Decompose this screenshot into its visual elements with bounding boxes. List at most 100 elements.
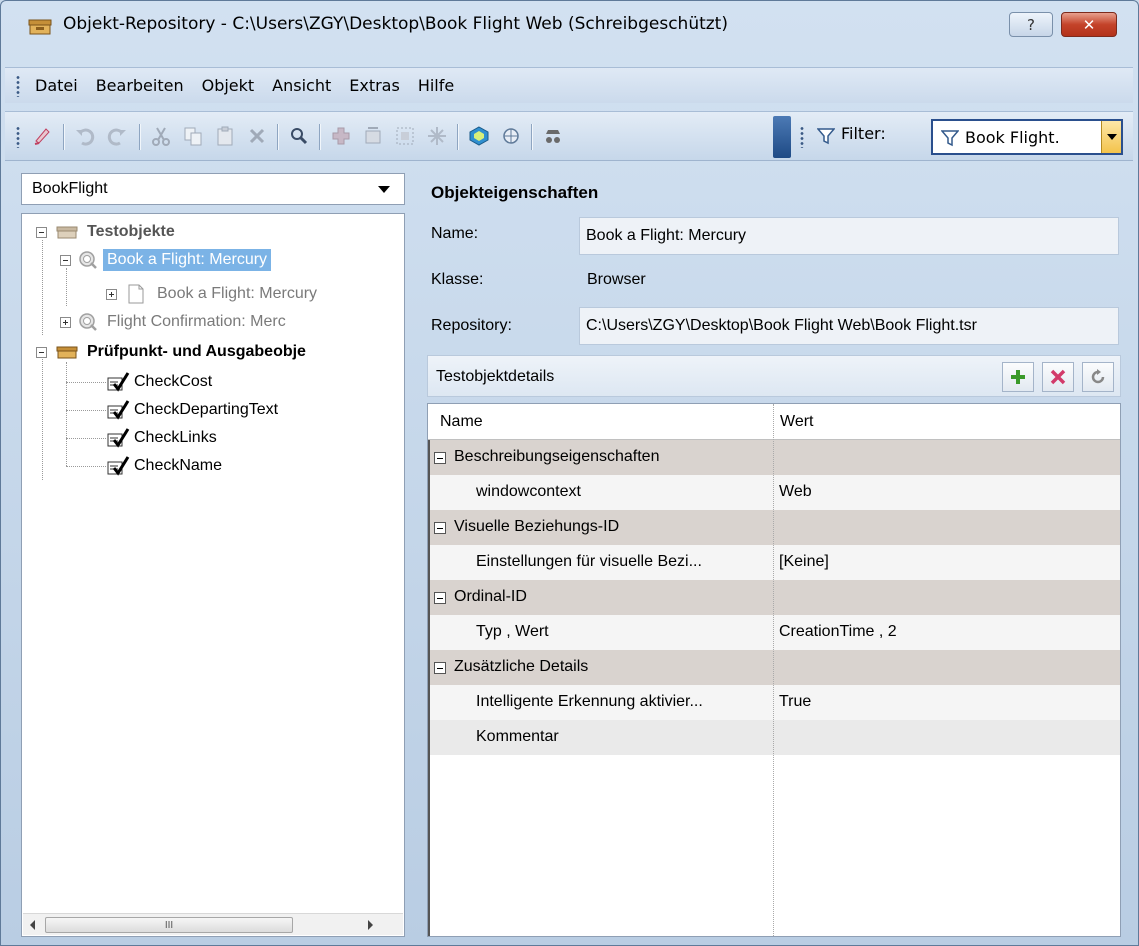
remove-property-button[interactable]	[1042, 362, 1074, 392]
tree-node-testobjekte[interactable]: Testobjekte	[36, 218, 175, 246]
column-header-name[interactable]: Name	[440, 413, 483, 431]
property-value[interactable]: Web	[779, 483, 812, 501]
object-tree[interactable]: Testobjekte Book a Flight: Mercury Book …	[21, 213, 405, 937]
filter-grip-icon[interactable]	[797, 126, 807, 148]
grid-category-row[interactable]: Ordinal-ID	[428, 580, 1120, 615]
cut-icon[interactable]	[147, 122, 175, 150]
highlight-icon[interactable]	[29, 122, 57, 150]
category-label: Ordinal-ID	[454, 588, 527, 605]
add-objects-icon[interactable]	[327, 122, 355, 150]
find-icon[interactable]	[285, 122, 313, 150]
tree-node-checkpoints[interactable]: Prüfpunkt- und Ausgabeobje	[36, 338, 306, 366]
property-name: Typ , Wert	[476, 623, 549, 640]
collapse-icon[interactable]	[434, 452, 446, 464]
tree-node-book-flight-browser[interactable]: Book a Flight: Mercury	[60, 246, 272, 274]
tree-node-checkcost[interactable]: CheckCost	[104, 368, 212, 396]
help-button[interactable]: ?	[1009, 12, 1053, 37]
test-object-details-grid[interactable]: Name Wert Beschreibungseigenschaften win…	[427, 403, 1121, 937]
grid-category-row[interactable]: Zusätzliche Details	[428, 650, 1120, 685]
toolbar: Filter: Book Flight.	[5, 111, 1133, 161]
repository-path-field[interactable]: C:\Users\ZGY\Desktop\Book Flight Web\Boo…	[579, 307, 1119, 345]
merge-icon[interactable]	[391, 122, 419, 150]
update-from-app-icon[interactable]	[359, 122, 387, 150]
tree-label-book-flight-page: Book a Flight: Mercury	[157, 285, 318, 302]
chevron-down-icon[interactable]	[378, 186, 390, 193]
filter-dropdown-arrow[interactable]	[1101, 121, 1121, 153]
repository-combo[interactable]: BookFlight	[21, 173, 405, 205]
filter-icon	[817, 128, 835, 145]
paste-icon[interactable]	[211, 122, 239, 150]
tree-guide-line	[66, 382, 106, 383]
grid-property-row[interactable]: Kommentar	[428, 720, 1120, 755]
repository-folder-icon	[56, 226, 78, 239]
star-icon[interactable]	[423, 122, 451, 150]
object-spy-icon[interactable]	[465, 122, 493, 150]
add-property-button[interactable]	[1002, 362, 1034, 392]
collapse-icon[interactable]	[434, 522, 446, 534]
menu-bearbeiten[interactable]: Bearbeiten	[96, 76, 184, 95]
grid-category-row[interactable]: Beschreibungseigenschaften	[428, 440, 1120, 475]
title-bar[interactable]: Objekt-Repository - C:\Users\ZGY\Desktop…	[1, 1, 1138, 51]
scroll-thumb[interactable]: III	[45, 917, 293, 933]
grid-column-separator[interactable]	[773, 404, 774, 936]
tree-node-checkdepartingtext[interactable]: CheckDepartingText	[104, 396, 278, 424]
class-value: Browser	[587, 271, 646, 288]
spy-icon[interactable]	[539, 122, 567, 150]
property-value[interactable]: [Keine]	[779, 553, 829, 571]
tree-node-flight-confirmation[interactable]: Flight Confirmation: Merc	[60, 308, 286, 336]
menu-objekt[interactable]: Objekt	[202, 76, 255, 95]
collapse-icon[interactable]	[60, 254, 71, 266]
grid-header: Name Wert	[428, 404, 1120, 440]
tree-guide-line	[42, 352, 43, 480]
toolbar-separator	[139, 124, 141, 150]
property-name: windowcontext	[476, 483, 581, 500]
redo-icon[interactable]	[103, 122, 131, 150]
scroll-right-arrow-icon[interactable]	[368, 920, 373, 930]
scroll-left-arrow-icon[interactable]	[30, 920, 35, 930]
copy-icon[interactable]	[179, 122, 207, 150]
grid-property-row[interactable]: Typ , Wert CreationTime , 2	[428, 615, 1120, 650]
grid-property-row[interactable]: Einstellungen für visuelle Bezi... [Kein…	[428, 545, 1120, 580]
tree-label-checkcost: CheckCost	[134, 373, 213, 390]
collapse-icon[interactable]	[36, 346, 47, 358]
delete-icon[interactable]	[243, 122, 271, 150]
tree-node-checkname[interactable]: CheckName	[104, 452, 222, 480]
menu-ansicht[interactable]: Ansicht	[272, 76, 331, 95]
menu-grip-icon[interactable]	[13, 74, 23, 97]
menu-datei[interactable]: Datei	[35, 76, 78, 95]
collapse-icon[interactable]	[434, 592, 446, 604]
filter-dropdown[interactable]: Book Flight.	[931, 119, 1123, 155]
tree-label-book-flight-browser: Book a Flight: Mercury	[103, 249, 272, 271]
object-repository-window: Objekt-Repository - C:\Users\ZGY\Desktop…	[0, 0, 1139, 946]
page-icon	[128, 284, 144, 304]
tree-node-checklinks[interactable]: CheckLinks	[104, 424, 217, 452]
collapse-icon[interactable]	[434, 662, 446, 674]
collapse-icon[interactable]	[36, 226, 47, 238]
expand-icon[interactable]	[106, 288, 117, 300]
tree-guide-line	[66, 466, 106, 467]
grid-property-row[interactable]: windowcontext Web	[428, 475, 1120, 510]
tree-node-book-flight-page[interactable]: Book a Flight: Mercury	[106, 280, 317, 308]
tree-horizontal-scrollbar[interactable]: III	[23, 913, 403, 935]
name-field[interactable]: Book a Flight: Mercury	[579, 217, 1119, 255]
menu-extras[interactable]: Extras	[349, 76, 400, 95]
column-header-value[interactable]: Wert	[780, 413, 813, 431]
details-title: Testobjektdetails	[436, 368, 555, 385]
checkpoint-icon	[107, 456, 130, 476]
delete-icon	[1050, 369, 1066, 385]
expand-icon[interactable]	[60, 316, 71, 328]
filter-label: Filter:	[841, 124, 886, 143]
property-value[interactable]: CreationTime , 2	[779, 623, 897, 641]
grid-category-row[interactable]: Visuelle Beziehungs-ID	[428, 510, 1120, 545]
property-value[interactable]: True	[779, 693, 811, 711]
close-button[interactable]: ✕	[1061, 12, 1117, 37]
browser-icon	[79, 251, 97, 269]
restore-button[interactable]	[1082, 362, 1114, 392]
toolbar-overflow-button[interactable]	[773, 116, 791, 158]
toolbar-separator	[531, 124, 533, 150]
undo-icon[interactable]	[71, 122, 99, 150]
toolbar-grip-icon[interactable]	[13, 126, 23, 148]
locate-icon[interactable]	[497, 122, 525, 150]
grid-property-row[interactable]: Intelligente Erkennung aktivier... True	[428, 685, 1120, 720]
menu-hilfe[interactable]: Hilfe	[418, 76, 454, 95]
